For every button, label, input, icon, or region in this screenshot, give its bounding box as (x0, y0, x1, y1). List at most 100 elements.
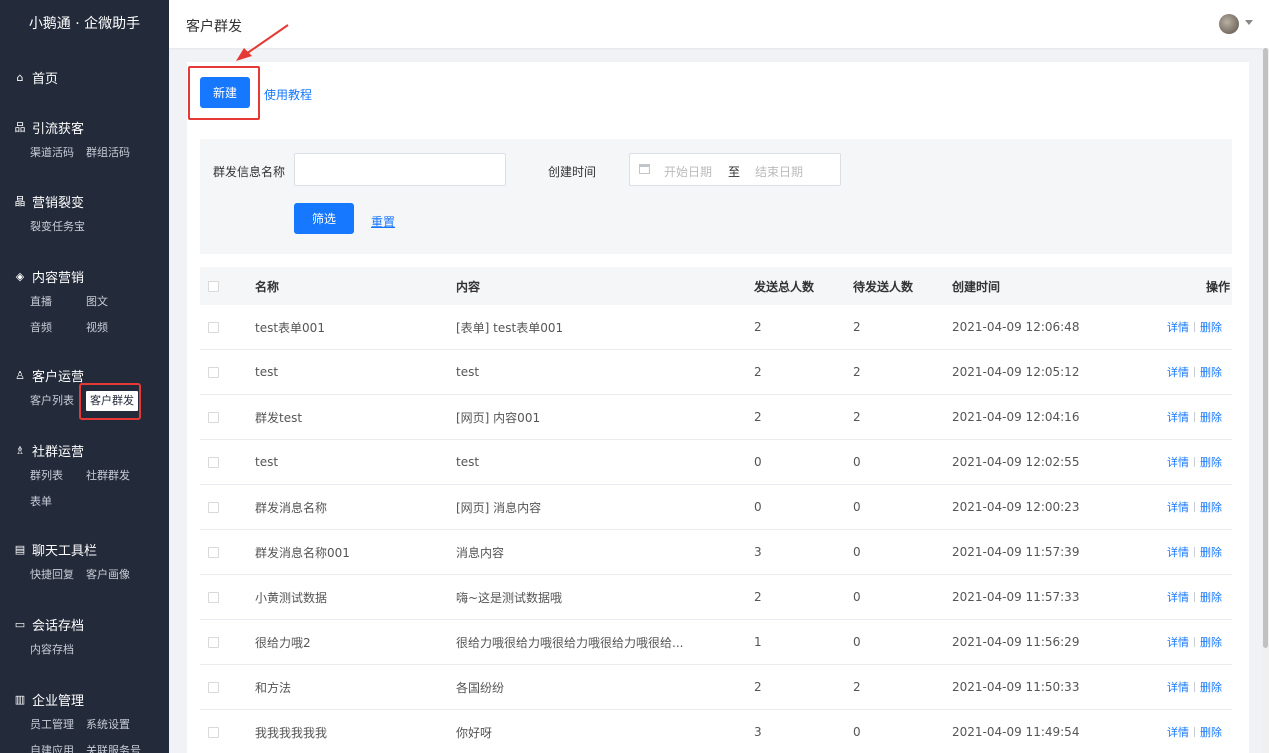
sidebar-item[interactable]: 群列表 (30, 463, 86, 489)
sidebar-group: ▥ 企业管理 员工管理 系统设置 自建应用 关联服务号 (0, 688, 169, 753)
row-checkbox[interactable] (208, 591, 219, 603)
detail-link[interactable]: 详情 (1167, 724, 1189, 740)
sidebar-item[interactable]: 图文 (86, 289, 142, 315)
cell-content: test (456, 455, 480, 469)
cell-ops: 详情 删除 (1167, 710, 1222, 753)
cell-name: 群发消息名称 (255, 500, 328, 515)
brand-title: 小鹅通 · 企微助手 (28, 16, 141, 32)
sidebar-group: 品引流获客 渠道活码 群组活码 (0, 116, 169, 166)
cell-time: 2021-04-09 11:49:54 (952, 725, 1080, 739)
detail-link[interactable]: 详情 (1167, 319, 1189, 335)
cell-total: 3 (754, 725, 762, 739)
delete-link[interactable]: 删除 (1200, 724, 1222, 740)
sidebar-group-title[interactable]: ◈ 内容营销 (0, 265, 169, 287)
cell-ops: 详情 删除 (1167, 440, 1222, 484)
row-checkbox[interactable] (208, 411, 219, 423)
detail-link[interactable]: 详情 (1167, 589, 1189, 605)
avatar[interactable] (1219, 14, 1239, 34)
sidebar-subitems: 裂变任务宝 (0, 214, 169, 240)
sidebar-item[interactable]: 音频 (30, 315, 86, 341)
sidebar-group-title[interactable]: 晶营销裂变 (0, 190, 169, 212)
sidebar-group-title[interactable]: ▭ 会话存档 (0, 613, 169, 635)
detail-link[interactable]: 详情 (1167, 679, 1189, 695)
chevron-down-icon[interactable] (1245, 20, 1253, 25)
detail-link[interactable]: 详情 (1167, 544, 1189, 560)
sidebar-group-title[interactable]: 品引流获客 (0, 116, 169, 138)
sidebar-item[interactable]: 群组活码 (86, 140, 142, 166)
sidebar-item[interactable]: 员工管理 (30, 712, 86, 738)
cell-total: 2 (754, 680, 762, 694)
sidebar-group-title[interactable]: ⌂ 首页 (0, 66, 169, 88)
row-checkbox[interactable] (208, 681, 219, 693)
header-ops: 操作 (1205, 279, 1230, 294)
sidebar-item[interactable]: 内容存档 (30, 637, 86, 663)
sidebar-item[interactable]: 视频 (86, 315, 142, 341)
sidebar-item[interactable]: 快捷回复 (30, 562, 86, 588)
delete-link[interactable]: 删除 (1200, 589, 1222, 605)
row-checkbox[interactable] (208, 726, 219, 738)
sidebar-group-label: 内容营销 (32, 270, 85, 286)
sidebar-item[interactable]: 社群群发 (86, 463, 142, 489)
delete-link[interactable]: 删除 (1200, 409, 1222, 425)
cell-ops: 详情 删除 (1167, 575, 1222, 619)
reset-link[interactable]: 重置 (371, 213, 395, 230)
user-icon: ♙ (15, 368, 25, 382)
name-filter-input[interactable] (294, 153, 506, 186)
sidebar-group: ⌂ 首页 (0, 66, 169, 88)
row-checkbox-cell (208, 620, 219, 664)
end-date-placeholder[interactable]: 结束日期 (755, 163, 803, 180)
scroll-thumb[interactable] (1263, 48, 1268, 648)
detail-link[interactable]: 详情 (1167, 364, 1189, 380)
tutorial-link[interactable]: 使用教程 (264, 86, 312, 103)
date-range-picker[interactable]: 开始日期 至 结束日期 (629, 153, 841, 186)
delete-link[interactable]: 删除 (1200, 454, 1222, 470)
row-checkbox[interactable] (208, 546, 219, 558)
delete-link[interactable]: 删除 (1200, 319, 1222, 335)
network-icon: 品 (14, 121, 26, 134)
filter-button[interactable]: 筛选 (294, 203, 354, 234)
sidebar-group: ◈ 内容营销直播 图文 音频 视频 (0, 265, 169, 341)
cell-time: 2021-04-09 12:02:55 (952, 455, 1080, 469)
row-checkbox[interactable] (208, 636, 219, 648)
detail-link[interactable]: 详情 (1167, 499, 1189, 515)
sidebar-item[interactable]: 系统设置 (86, 712, 142, 738)
scrollbar[interactable] (1262, 48, 1269, 753)
sidebar-group-title[interactable]: ▥ 企业管理 (0, 688, 169, 710)
delete-link[interactable]: 删除 (1200, 634, 1222, 650)
row-checkbox-cell (208, 530, 219, 574)
header-total: 发送总人数 (754, 279, 815, 294)
row-checkbox[interactable] (208, 501, 219, 513)
select-all-checkbox[interactable] (208, 280, 219, 292)
sidebar-item[interactable]: 客户列表 (30, 388, 86, 414)
row-checkbox[interactable] (208, 321, 219, 333)
delete-link[interactable]: 删除 (1200, 499, 1222, 515)
cell-ops: 详情 删除 (1167, 620, 1222, 664)
new-button[interactable]: 新建 (200, 77, 250, 108)
detail-link[interactable]: 详情 (1167, 409, 1189, 425)
table-row: 和方法 各国纷纷 2 2 2021-04-09 11:50:33 详情 删除 (200, 665, 1232, 710)
sidebar-group-title[interactable]: ♗ 社群运营 (0, 439, 169, 461)
sidebar-item[interactable]: 客户画像 (86, 562, 142, 588)
delete-link[interactable]: 删除 (1200, 364, 1222, 380)
row-checkbox-cell (208, 395, 219, 439)
delete-link[interactable]: 删除 (1200, 544, 1222, 560)
sidebar-item[interactable]: 裂变任务宝 (30, 214, 86, 240)
sidebar-item[interactable]: 直播 (30, 289, 86, 315)
cell-pending: 2 (853, 680, 861, 694)
sidebar-group-title[interactable]: ▤ 聊天工具栏 (0, 538, 169, 560)
sidebar-item[interactable]: 自建应用 (30, 738, 86, 753)
row-checkbox[interactable] (208, 456, 219, 468)
start-date-placeholder[interactable]: 开始日期 (664, 163, 712, 180)
cell-total: 2 (754, 590, 762, 604)
row-checkbox[interactable] (208, 366, 219, 378)
op-divider (1194, 502, 1195, 512)
sidebar-subitems: 员工管理 系统设置 自建应用 关联服务号 (0, 712, 169, 753)
detail-link[interactable]: 详情 (1167, 454, 1189, 470)
delete-link[interactable]: 删除 (1200, 679, 1222, 695)
sidebar-item[interactable]: 渠道活码 (30, 140, 86, 166)
cell-total: 0 (754, 455, 762, 469)
sidebar-item[interactable]: 表单 (30, 489, 86, 515)
layers-icon: ◈ (15, 269, 25, 283)
detail-link[interactable]: 详情 (1167, 634, 1189, 650)
sidebar-item[interactable]: 关联服务号 (86, 738, 142, 753)
